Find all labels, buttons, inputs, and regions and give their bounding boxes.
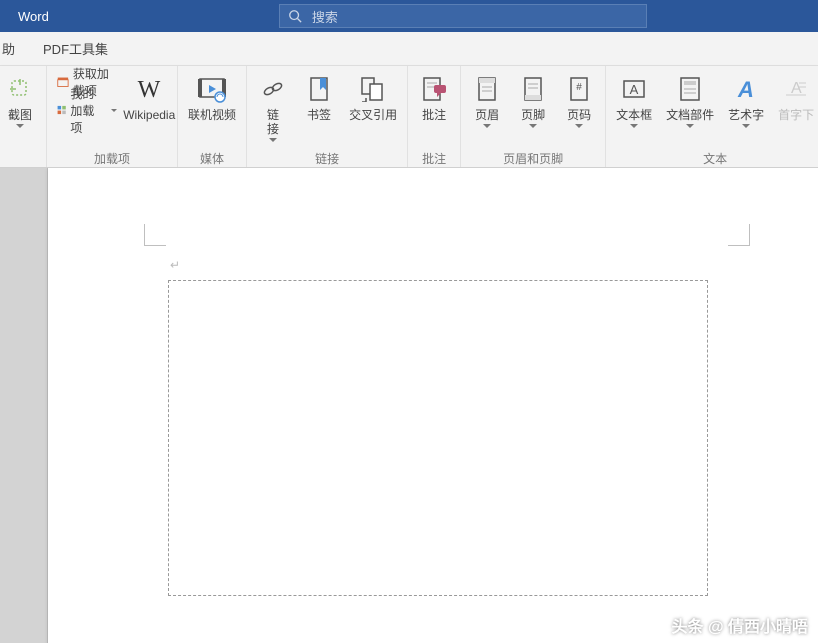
hyperlink-label: 链接 — [259, 108, 287, 136]
wikipedia-button[interactable]: W Wikipedia — [127, 70, 171, 148]
dropcap-label: 首字下 — [778, 108, 814, 122]
chevron-down-icon — [529, 124, 537, 128]
crossref-button[interactable]: 交叉引用 — [345, 70, 401, 148]
footer-label: 页脚 — [521, 108, 545, 122]
header-icon — [477, 76, 497, 102]
document-page[interactable]: ↵ — [48, 168, 818, 643]
chevron-down-icon — [16, 124, 24, 128]
video-icon — [198, 75, 226, 103]
group-media-label: 媒体 — [184, 148, 240, 167]
pagenum-label: 页码 — [567, 108, 591, 122]
left-margin — [0, 168, 48, 643]
online-video-button[interactable]: 联机视频 — [184, 70, 240, 148]
svg-text:W: W — [138, 77, 161, 101]
crossref-label: 交叉引用 — [349, 108, 397, 122]
comment-icon — [421, 76, 447, 102]
margin-marker-tr — [728, 224, 750, 246]
chevron-down-icon — [269, 138, 277, 142]
online-video-label: 联机视频 — [188, 108, 236, 122]
header-label: 页眉 — [475, 108, 499, 122]
group-text: A 文本框 文档部件 A 艺术字 A — [606, 66, 818, 167]
app-title: Word — [18, 9, 49, 24]
bookmark-label: 书签 — [307, 108, 331, 122]
dropcap-icon: A — [784, 77, 808, 101]
ribbon: 截图 获取加载项 我的加载项 W — [0, 66, 818, 168]
comment-label: 批注 — [422, 108, 446, 122]
chevron-down-icon — [686, 124, 694, 128]
my-addins-button[interactable]: 我的加载项 — [53, 98, 121, 122]
tab-partial[interactable]: 助 — [2, 31, 29, 66]
hyperlink-button[interactable]: 链接 — [253, 70, 293, 148]
wordart-button[interactable]: A 艺术字 — [724, 70, 768, 148]
group-addins: 获取加载项 我的加载项 W Wikipedia 加载项 — [47, 66, 178, 167]
svg-text:A: A — [630, 82, 639, 97]
pagenum-icon: # — [569, 76, 589, 102]
textbox-icon: A — [622, 77, 646, 101]
store-icon — [57, 74, 69, 90]
svg-text:A: A — [737, 77, 754, 102]
group-comments: 批注 批注 — [408, 66, 461, 167]
header-button[interactable]: 页眉 — [467, 70, 507, 148]
parts-icon — [679, 76, 701, 102]
tab-pdf-tools[interactable]: PDF工具集 — [29, 31, 122, 66]
wordart-icon: A — [733, 76, 759, 102]
group-text-label: 文本 — [612, 148, 818, 167]
comment-button[interactable]: 批注 — [414, 70, 454, 148]
dropcap-button[interactable]: A 首字下 — [774, 70, 818, 148]
group-media: 联机视频 媒体 — [178, 66, 247, 167]
link-icon — [261, 77, 285, 101]
textbox-button[interactable]: A 文本框 — [612, 70, 656, 148]
chevron-down-icon — [742, 124, 750, 128]
bookmark-icon — [308, 76, 330, 102]
chevron-down-icon — [630, 124, 638, 128]
quickparts-label: 文档部件 — [666, 108, 714, 122]
screenshot-label: 截图 — [8, 108, 32, 122]
paragraph-mark: ↵ — [170, 258, 180, 272]
margin-marker-tl — [144, 224, 166, 246]
bookmark-button[interactable]: 书签 — [299, 70, 339, 148]
group-headerfooter-label: 页眉和页脚 — [467, 148, 599, 167]
group-links: 链接 书签 交叉引用 链接 — [247, 66, 408, 167]
search-icon — [288, 9, 302, 23]
chevron-down-icon — [111, 109, 117, 112]
group-screenshot-partial: 截图 — [0, 66, 47, 167]
chevron-down-icon — [483, 124, 491, 128]
quickparts-button[interactable]: 文档部件 — [662, 70, 718, 148]
pagenum-button[interactable]: # 页码 — [559, 70, 599, 148]
crossref-icon — [360, 76, 386, 102]
screenshot-icon — [10, 79, 30, 99]
screenshot-button[interactable]: 截图 — [0, 70, 40, 148]
group-headerfooter: 页眉 页脚 # 页码 页眉和页脚 — [461, 66, 606, 167]
footer-button[interactable]: 页脚 — [513, 70, 553, 148]
group-addins-label: 加载项 — [53, 148, 171, 167]
wikipedia-label: Wikipedia — [123, 108, 175, 122]
inserted-textbox[interactable] — [168, 280, 708, 596]
textbox-label: 文本框 — [616, 108, 652, 122]
chevron-down-icon — [575, 124, 583, 128]
search-box[interactable]: 搜索 — [279, 4, 647, 28]
footer-icon — [523, 76, 543, 102]
search-placeholder: 搜索 — [312, 7, 338, 26]
group-links-label: 链接 — [253, 148, 401, 167]
wordart-label: 艺术字 — [728, 108, 764, 122]
group-comments-label: 批注 — [414, 148, 454, 167]
svg-text:#: # — [576, 82, 582, 93]
wikipedia-icon: W — [134, 77, 164, 101]
watermark-text: 头条 @ 倩西小晴唔 — [672, 613, 809, 637]
addins-icon — [57, 102, 66, 118]
titlebar: Word 搜索 — [0, 0, 818, 32]
tabbar: 助 PDF工具集 — [0, 32, 818, 66]
my-addins-label: 我的加载项 — [70, 85, 105, 136]
document-area: ↵ 头条 @ 倩西小晴唔 — [0, 168, 818, 643]
